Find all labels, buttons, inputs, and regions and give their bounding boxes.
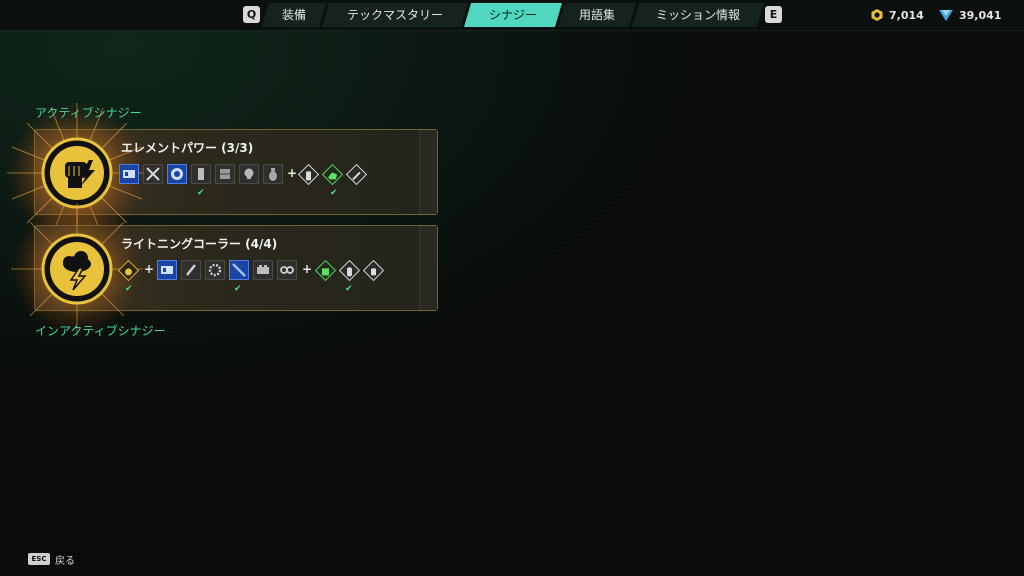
tab-equipment[interactable]: 装備 [262,3,326,27]
gold-hex-coin-icon [871,9,883,21]
skull-icon[interactable] [239,164,259,184]
tab-glossary[interactable]: 用語集 [558,3,636,27]
spark-icon[interactable] [117,259,140,282]
synergy-card-element-power[interactable]: エレメントパワー (3/3) ✔ + ✔ [7,103,438,243]
battery-icon[interactable] [253,260,273,280]
grenade-icon[interactable] [263,164,283,184]
tab-synergy[interactable]: シナジー [464,3,562,27]
check-icon: ✔ [197,188,205,198]
top-nav-bar: Q 装備 テックマスタリー シナジー 用語集 ミッション情報 E 7,014 3… [0,0,1024,31]
check-icon: ✔ [234,284,242,294]
tab-tech-mastery[interactable]: テックマスタリー [322,3,468,27]
vial-icon[interactable] [297,163,320,186]
goggles-icon[interactable] [277,260,297,280]
inactive-synergy-heading: インアクティブシナジー [35,324,166,338]
gold-currency-value: 7,014 [889,8,924,22]
check-icon: ✔ [330,188,338,198]
check-icon: ✔ [125,284,133,294]
crystal-currency: 39,041 [938,8,1001,22]
gold-currency: 7,014 [870,8,924,22]
wrench-icon[interactable] [345,163,368,186]
esc-key-hint[interactable]: ESC [28,553,50,565]
armor-plate-icon[interactable] [215,164,235,184]
synergy-title: エレメントパワー (3/3) [121,141,254,155]
plus-separator: + [144,262,155,276]
prev-tab-key-hint[interactable]: Q [243,6,260,23]
tab-label: 用語集 [578,8,615,22]
blue-chip-icon[interactable] [157,260,177,280]
synergy-card-lightning-caller[interactable]: ライトニングコーラー (4/4) ✔ + ✔ + ✔ [11,203,438,335]
synergy-title: ライトニングコーラー (4/4) [121,237,278,251]
tab-mission-info[interactable]: ミッション情報 [632,3,764,27]
card-right-strip [419,226,437,310]
tab-label: 装備 [281,8,306,22]
spark-plug-icon[interactable] [181,260,201,280]
tab-label: シナジー [488,8,537,22]
crystal-currency-value: 39,041 [959,8,1002,22]
plus-separator: + [287,166,298,180]
blue-chip-icon[interactable] [119,164,139,184]
plus-separator: + [302,262,313,276]
next-tab-key-hint[interactable]: E [765,6,782,23]
tab-label: ミッション情報 [655,8,740,22]
card-right-strip [419,130,437,214]
blue-rod-icon[interactable] [229,260,249,280]
canister-icon[interactable] [191,164,211,184]
tab-label: テックマスタリー [346,8,443,22]
check-icon: ✔ [345,284,353,294]
back-label[interactable]: 戻る [55,552,75,567]
active-synergy-heading: アクティブシナジー [35,106,142,120]
blue-crystal-icon [939,10,953,21]
beast-icon[interactable] [321,163,344,186]
crossed-swords-icon[interactable] [143,164,163,184]
gear-icon[interactable] [205,260,225,280]
canister-icon[interactable] [338,259,361,282]
vial-icon[interactable] [362,259,385,282]
robot-icon[interactable] [314,259,337,282]
blue-orb-icon[interactable] [167,164,187,184]
